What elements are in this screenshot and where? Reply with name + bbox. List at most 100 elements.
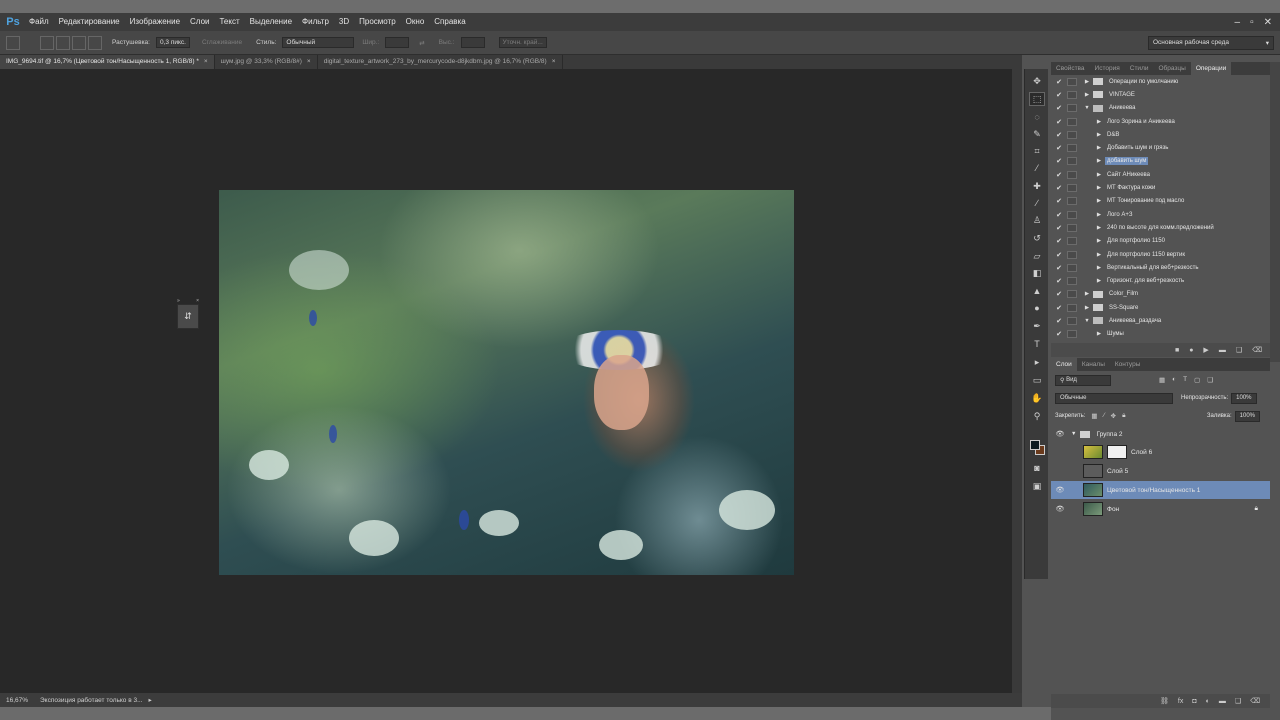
marquee-preset-icon[interactable] — [6, 35, 20, 50]
check-icon[interactable]: ✔ — [1054, 290, 1064, 298]
close-tab-icon[interactable]: × — [552, 58, 556, 65]
disclosure-closed-icon[interactable]: ▶ — [1093, 331, 1105, 337]
action-row[interactable]: ✔ ▶ Для портфолио 1150 вертик — [1051, 248, 1270, 261]
mini-panel-icon[interactable]: ⇵ — [177, 304, 199, 329]
doc-tab-3[interactable]: digital_texture_artwork_273_by_mercuryco… — [318, 55, 563, 69]
floating-mini-panel[interactable]: » × ⇵ — [177, 298, 199, 333]
tab-swatches[interactable]: Образцы — [1154, 62, 1191, 75]
fx-icon[interactable]: fx — [1178, 698, 1183, 705]
layer-thumbnail[interactable] — [1083, 464, 1103, 478]
dialog-toggle-icon[interactable] — [1067, 210, 1077, 219]
disclosure-closed-icon[interactable]: ▶ — [1081, 92, 1093, 98]
dialog-toggle-icon[interactable] — [1067, 223, 1077, 232]
action-set-row[interactable]: ✔ ▶ Операции по умолчанию — [1051, 75, 1270, 88]
new-selection-icon[interactable] — [40, 35, 54, 50]
close-tab-icon[interactable]: × — [307, 58, 311, 65]
check-icon[interactable]: ✔ — [1054, 157, 1064, 165]
doc-tab-2[interactable]: шум.jpg @ 33,3% (RGB/8#) × — [215, 55, 318, 69]
disclosure-closed-icon[interactable]: ▶ — [1093, 172, 1105, 178]
action-row[interactable]: ✔ ▶ Горизонт. для веб+резкость — [1051, 274, 1270, 287]
dialog-toggle-icon[interactable] — [1067, 104, 1077, 113]
action-set-row[interactable]: ✔ ▶ VINTAGE — [1051, 88, 1270, 101]
blur-tool-icon[interactable]: ▲ — [1029, 284, 1045, 298]
hand-tool-icon[interactable]: ✋ — [1029, 391, 1045, 405]
foreground-color-swatch[interactable] — [1030, 440, 1040, 450]
delete-icon[interactable]: ⌫ — [1252, 346, 1262, 354]
new-action-icon[interactable]: ❑ — [1236, 346, 1242, 354]
layer-row[interactable]: Слой 6 — [1051, 443, 1270, 461]
disclosure-closed-icon[interactable]: ▶ — [1093, 132, 1105, 138]
menu-layers[interactable]: Слои — [185, 13, 214, 31]
layer-filter-select[interactable]: ⚲ Вид — [1055, 374, 1111, 386]
menu-filter[interactable]: Фильтр — [297, 13, 334, 31]
dialog-toggle-icon[interactable] — [1067, 290, 1077, 299]
visibility-eye-icon[interactable]: 👁︎ — [1051, 430, 1069, 438]
dialog-toggle-icon[interactable] — [1067, 184, 1077, 193]
check-icon[interactable]: ✔ — [1054, 251, 1064, 259]
check-icon[interactable]: ✔ — [1054, 264, 1064, 272]
dialog-toggle-icon[interactable] — [1067, 130, 1077, 139]
filter-pixel-icon[interactable]: ▦ — [1159, 376, 1165, 384]
document-image[interactable] — [219, 190, 794, 575]
tab-styles[interactable]: Стили — [1125, 62, 1154, 75]
action-row[interactable]: ✔ ▶ Сайт АНикеева — [1051, 168, 1270, 181]
disclosure-closed-icon[interactable]: ▶ — [1093, 119, 1105, 125]
check-icon[interactable]: ✔ — [1054, 91, 1064, 99]
lock-all-icon[interactable]: 🔒︎ — [1122, 412, 1125, 420]
menu-view[interactable]: Просмотр — [354, 13, 401, 31]
check-icon[interactable]: ✔ — [1054, 78, 1064, 86]
dialog-toggle-icon[interactable] — [1067, 90, 1077, 99]
new-set-icon[interactable]: ▬ — [1219, 347, 1226, 354]
path-select-tool-icon[interactable]: ▸ — [1029, 355, 1045, 369]
brush-tool-icon[interactable]: ∕ — [1029, 196, 1045, 210]
menu-window[interactable]: Окно — [401, 13, 430, 31]
disclosure-closed-icon[interactable]: ▶ — [1093, 158, 1105, 164]
filter-adjust-icon[interactable]: ◐ — [1172, 376, 1176, 384]
menu-image[interactable]: Изображение — [125, 13, 185, 31]
action-row[interactable]: ✔ ▶ Вертикальный для веб+резкость — [1051, 261, 1270, 274]
width-input[interactable] — [385, 37, 410, 48]
disclosure-closed-icon[interactable]: ▶ — [1093, 185, 1105, 191]
action-row[interactable]: ✔ ▶ Лого Зорина и Аникеева — [1051, 115, 1270, 128]
tab-layers[interactable]: Слои — [1051, 358, 1077, 371]
restore-button[interactable]: ▫ — [1250, 17, 1254, 28]
check-icon[interactable]: ✔ — [1054, 237, 1064, 245]
menu-file[interactable]: Файл — [24, 13, 54, 31]
dialog-toggle-icon[interactable] — [1067, 277, 1077, 286]
action-row[interactable]: ✔ ▶ Лого А+З — [1051, 208, 1270, 221]
antialias-checkbox[interactable]: Сглаживание — [202, 39, 242, 46]
feather-input[interactable]: 0,3 пикс. — [155, 37, 190, 48]
quick-mask-icon[interactable]: ◙ — [1029, 461, 1045, 475]
action-row[interactable]: ✔ ▶ Для портфолио 1150 — [1051, 235, 1270, 248]
menu-edit[interactable]: Редактирование — [54, 13, 125, 31]
action-set-row[interactable]: ✔ ▶ SS-Square — [1051, 301, 1270, 314]
new-group-icon[interactable]: ▬ — [1219, 698, 1226, 705]
new-layer-icon[interactable]: ❑ — [1235, 697, 1241, 705]
gradient-tool-icon[interactable]: ◧ — [1029, 266, 1045, 280]
check-icon[interactable]: ✔ — [1054, 330, 1064, 338]
play-icon[interactable]: ▶ — [1203, 346, 1208, 354]
dialog-toggle-icon[interactable] — [1067, 237, 1077, 246]
swap-icon[interactable]: ⇄ — [419, 39, 424, 47]
lock-pixels-icon[interactable]: ▦ — [1091, 412, 1097, 420]
layer-thumbnail[interactable] — [1083, 483, 1103, 497]
layer-row[interactable]: 👁︎ Фон 🔒︎ — [1051, 500, 1270, 518]
shape-tool-icon[interactable]: ▭ — [1029, 373, 1045, 387]
tab-channels[interactable]: Каналы — [1077, 358, 1110, 371]
disclosure-closed-icon[interactable]: ▶ — [1093, 198, 1105, 204]
dialog-toggle-icon[interactable] — [1067, 157, 1077, 166]
check-icon[interactable]: ✔ — [1054, 184, 1064, 192]
panel-scrollbar[interactable] — [1270, 62, 1280, 362]
adjustment-layer-icon[interactable]: ◐ — [1206, 698, 1210, 705]
eyedropper-tool-icon[interactable]: ⁄ — [1029, 161, 1045, 175]
dialog-toggle-icon[interactable] — [1067, 316, 1077, 325]
history-brush-icon[interactable]: ↺ — [1029, 231, 1045, 245]
action-set-row[interactable]: ✔ ▶ Color_Film — [1051, 288, 1270, 301]
check-icon[interactable]: ✔ — [1054, 131, 1064, 139]
layer-mask-thumbnail[interactable] — [1107, 445, 1127, 459]
action-row[interactable]: ✔ ▶ МТ Фактура кожи — [1051, 181, 1270, 194]
menu-text[interactable]: Текст — [214, 13, 244, 31]
tab-paths[interactable]: Контуры — [1110, 358, 1146, 371]
action-set-row[interactable]: ✔ ▼ Аникеева_раздача — [1051, 314, 1270, 327]
quick-select-tool-icon[interactable]: ✎ — [1029, 127, 1045, 141]
